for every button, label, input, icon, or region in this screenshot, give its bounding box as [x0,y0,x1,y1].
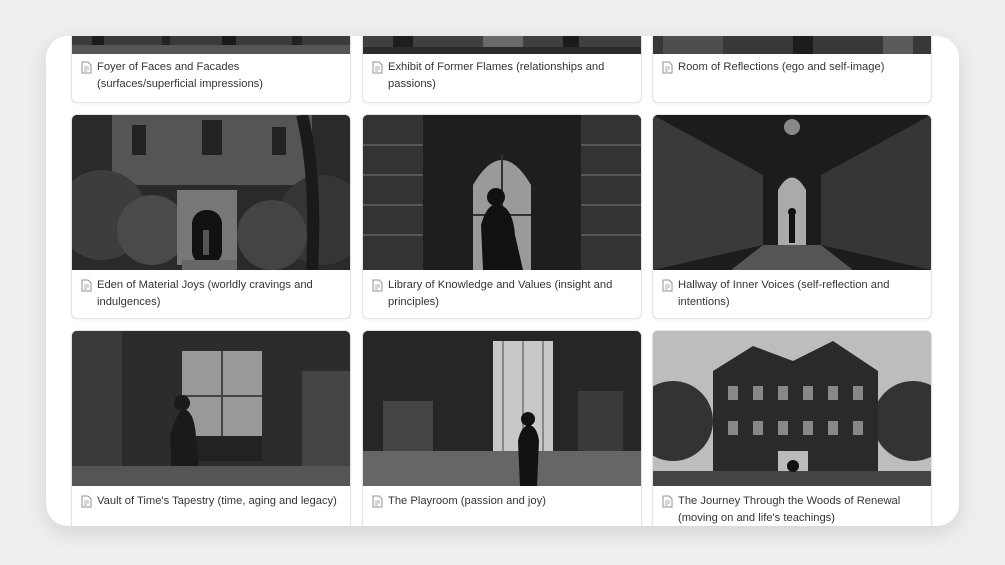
card-title: Exhibit of Former Flames (relationships … [388,61,605,90]
gallery-card-library[interactable]: Library of Knowledge and Values (insight… [362,114,642,319]
gallery-card-reflections[interactable]: Room of Reflections (ego and self-image) [652,36,932,103]
page-icon [81,279,92,292]
card-cover-image [653,331,931,486]
card-cover-image [653,115,931,270]
gallery-card-eden[interactable]: Eden of Material Joys (worldly cravings … [71,114,351,319]
page-icon [372,279,383,292]
card-caption: Foyer of Faces and Facades (surfaces/sup… [72,59,350,92]
page-icon [662,279,673,292]
page-icon [662,495,673,508]
card-title: The Playroom (passion and joy) [388,495,546,507]
gallery-card-playroom[interactable]: The Playroom (passion and joy) [362,330,642,526]
gallery-card-vault[interactable]: Vault of Time's Tapestry (time, aging an… [71,330,351,526]
card-cover-image [72,115,350,270]
gallery-card-hallway[interactable]: Hallway of Inner Voices (self-reflection… [652,114,932,319]
card-title: Foyer of Faces and Facades (surfaces/sup… [97,61,263,90]
card-caption: Library of Knowledge and Values (insight… [363,277,641,310]
card-caption: The Journey Through the Woods of Renewal… [653,493,931,526]
card-cover-image [363,331,641,486]
card-cover-image [363,36,641,54]
card-caption: Vault of Time's Tapestry (time, aging an… [72,493,350,510]
gallery-window: Foyer of Faces and Facades (surfaces/sup… [46,36,959,526]
card-title: Hallway of Inner Voices (self-reflection… [678,279,890,308]
gallery-card-foyer[interactable]: Foyer of Faces and Facades (surfaces/sup… [71,36,351,103]
gallery-card-exhibit[interactable]: Exhibit of Former Flames (relationships … [362,36,642,103]
page-icon [81,61,92,74]
card-caption: Hallway of Inner Voices (self-reflection… [653,277,931,310]
page-icon [372,61,383,74]
card-caption: Room of Reflections (ego and self-image) [653,59,931,76]
card-title: Vault of Time's Tapestry (time, aging an… [97,495,337,507]
card-title: Eden of Material Joys (worldly cravings … [97,279,313,308]
card-cover-image [653,36,931,54]
card-caption: Exhibit of Former Flames (relationships … [363,59,641,92]
card-title: The Journey Through the Woods of Renewal… [678,495,901,524]
card-title: Library of Knowledge and Values (insight… [388,279,613,308]
card-cover-image [72,331,350,486]
card-caption: The Playroom (passion and joy) [363,493,641,510]
page-icon [81,495,92,508]
page-icon [372,495,383,508]
card-cover-image [363,115,641,270]
card-caption: Eden of Material Joys (worldly cravings … [72,277,350,310]
card-cover-image [72,36,350,54]
gallery-card-journey[interactable]: The Journey Through the Woods of Renewal… [652,330,932,526]
page-icon [662,61,673,74]
card-title: Room of Reflections (ego and self-image) [678,61,885,73]
